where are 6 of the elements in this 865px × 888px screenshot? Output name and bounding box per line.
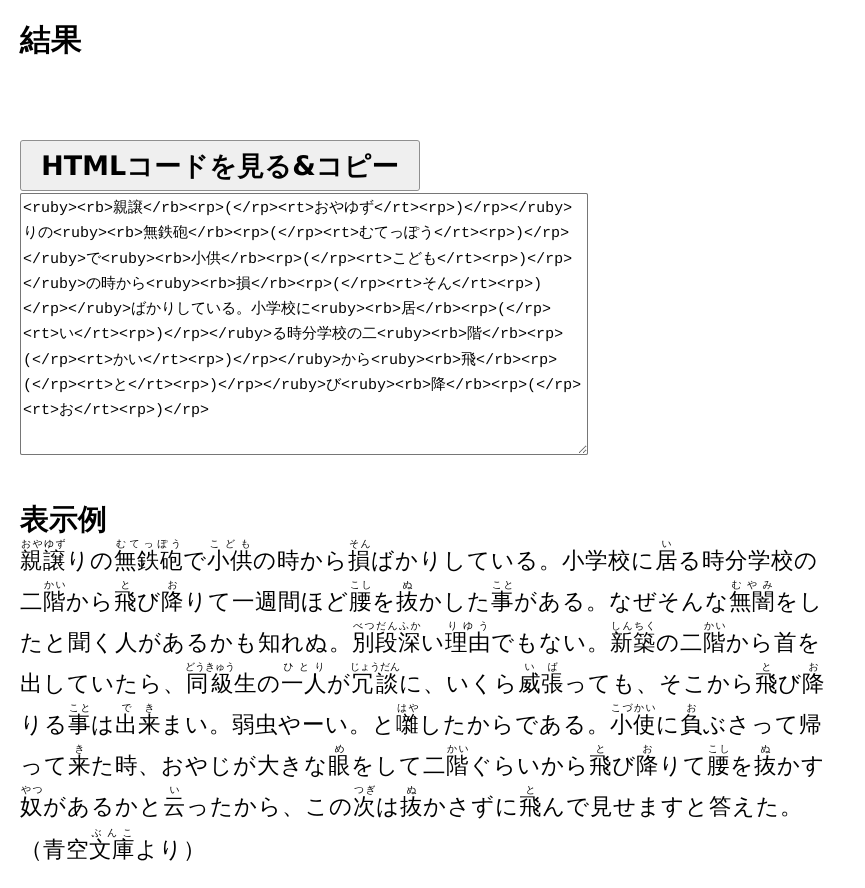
example-heading: 表示例 [20, 501, 108, 538]
result-heading: 結果 [20, 21, 83, 60]
example-paragraph: （青空文庫 ぶんこ より） [20, 828, 207, 865]
code-field[interactable]: <ruby><rb>親譲</rb><rp>(</rp><rt>おやゆず</rt><rp>)</rp></ruby>りの<ruby><rb>無鉄砲</rb><rp>(</rp><rt>むてっぽう</rt><rp>)</rp></ruby>で<ruby><rb>小供</rb><rp>(</rp><rt>こども</rt><rp>)</rp></ruby>の時から<ruby><rb>損</rb><rp>(</rp><rt>そん</rt><rp>)</rp></ruby>ばかりしている。小学校に<ruby><rb>居</rb><rp>(</rp><rt>い</rt><rp>)</rp></ruby>る時分学校の二<ruby><rb>階</rb><rp>(</rp><rt>かい</rt><rp>)</rp></ruby>から<ruby><rb>飛</rb><rp>(</rp><rt>と</rt><rp>)</rp></ruby>び<ruby><rb>降</rb><rp>(</rp><rt>お</rt><rp>)</rp> [20, 193, 588, 455]
example-paragraph: 親譲 おやゆず りの無鉄砲 むてっぽう で小供 こども の時から 損 そん ばかりしている。小学校に居 い る時分学校の二階 かい から 飛 と び降 お りて一週間ほど腰 こし を抜 ぬ かした事 こと がある。なぜそんな無闇 むやみ をしたと聞く人があるかも知れぬ。別段 べつだん 深 ふか い理由 りゆう でもない。新築 しんちく の二階 かい から首を出していたら、同級 どうきゅう 生の一人 ひとり が冗談 じょうだん に、いくら 威張 いば っても、そこから 飛 と び降 お りる事 こと は出来 でき まい。弱虫やーい。と 囃 はや したからである。小使 こづかい に負 お ぶさって帰って来 き た時、おやじが大きな眼 め をして二階 かい ぐらいから 飛 と び降 お りて腰 こし を抜 ぬ かす 奴 やつ があるかと 云 い ったから、この次 つぎ は抜 ぬ かさずに飛 と んで見せますと答えた。 [20, 539, 826, 822]
copy-html-button[interactable]: HTMLコードを見る&コピー [20, 140, 420, 191]
